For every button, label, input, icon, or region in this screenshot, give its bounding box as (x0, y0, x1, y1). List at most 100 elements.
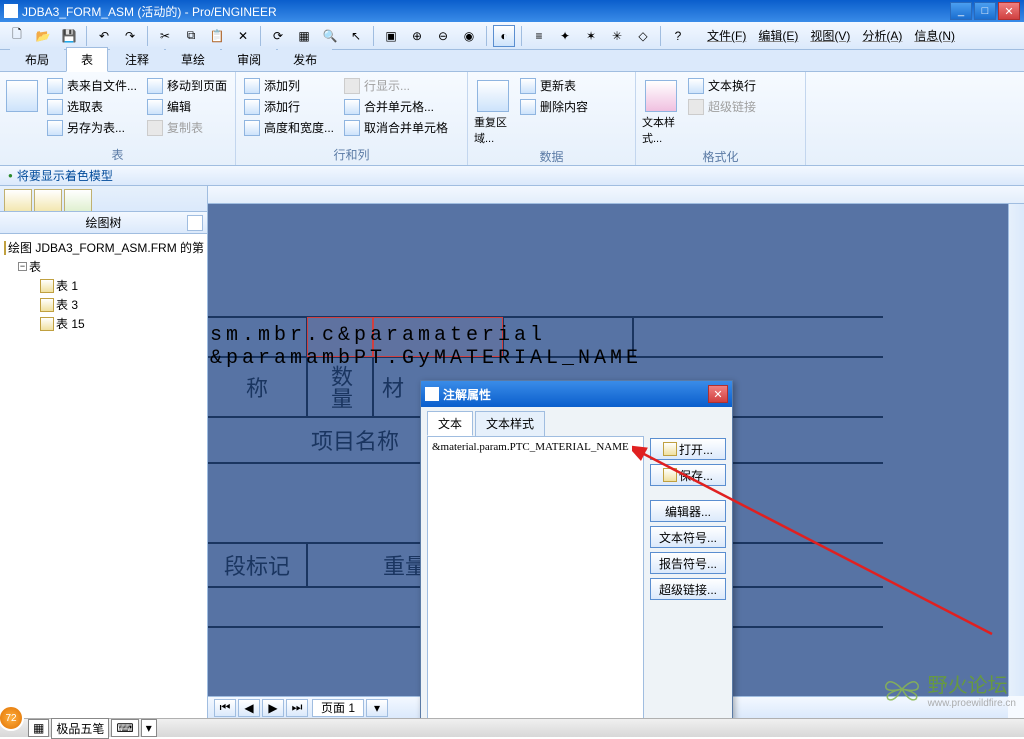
dialog-report-button[interactable]: 报告符号... (650, 552, 726, 574)
menu-info[interactable]: 信息(N) (910, 25, 959, 46)
tree-tab-3[interactable] (64, 189, 92, 211)
move-to-page-button[interactable]: 移动到页面 (145, 76, 229, 95)
regen-icon[interactable]: ⟳ (267, 25, 289, 47)
ime-icon[interactable]: ▦ (28, 719, 49, 737)
tab-table[interactable]: 表 (66, 47, 108, 72)
ime-options-icon[interactable]: ▾ (141, 719, 157, 737)
repeat-icon (477, 80, 509, 112)
ime-name[interactable]: 极品五笔 (51, 718, 109, 739)
select-icon[interactable]: ↖ (345, 25, 367, 47)
copy-icon (147, 120, 163, 136)
app-icon (4, 4, 18, 18)
tree-tab-2[interactable] (34, 189, 62, 211)
update-table-button[interactable]: 更新表 (518, 76, 590, 95)
dialog-save-button[interactable]: 保存... (650, 464, 726, 486)
dialog-editor-button[interactable]: 编辑器... (650, 500, 726, 522)
delete-icon[interactable]: ✕ (232, 25, 254, 47)
plane-icon[interactable]: ◇ (632, 25, 654, 47)
dialog-open-button[interactable]: 打开... (650, 438, 726, 460)
text-style-button[interactable]: 文本样式... (642, 76, 680, 146)
last-page-button[interactable]: ⏭ (286, 699, 308, 717)
dialog-tab-text[interactable]: 文本 (427, 411, 473, 436)
param-text[interactable]: sm.mbr.c&paramaterial &paramambPT.GyMATE… (210, 324, 870, 370)
delete-content-button[interactable]: 删除内容 (518, 97, 590, 116)
merge-cells-button[interactable]: 合并单元格... (342, 97, 450, 116)
link-icon (688, 99, 704, 115)
find-icon[interactable]: 🔍 (319, 25, 341, 47)
tree-root[interactable]: 绘图 JDBA3_FORM_ASM.FRM 的第 (0, 238, 207, 257)
group-label-format: 格式化 (642, 146, 799, 167)
help-icon[interactable]: ? (667, 25, 689, 47)
unmerge-cells-button[interactable]: 取消合并单元格 (342, 118, 450, 137)
cut-icon[interactable]: ✂ (154, 25, 176, 47)
repeat-region-button[interactable]: 重复区域... (474, 76, 512, 146)
open-icon[interactable]: 📂 (32, 25, 54, 47)
copy-icon[interactable]: ⧉ (180, 25, 202, 47)
dialog-symbols-button[interactable]: 文本符号... (650, 526, 726, 548)
tab-review[interactable]: 审阅 (222, 47, 276, 71)
table-from-file-button[interactable]: 表来自文件... (45, 76, 139, 95)
tab-publish[interactable]: 发布 (278, 47, 332, 71)
tree-item[interactable]: 表 3 (0, 295, 207, 314)
insert-table-button[interactable] (6, 76, 39, 141)
vertical-scrollbar[interactable] (1008, 204, 1024, 696)
select-table-button[interactable]: 选取表 (45, 97, 139, 116)
add-column-button[interactable]: 添加列 (242, 76, 336, 95)
taskbar: 72 ▦ 极品五笔 ⌨ ▾ (0, 718, 1024, 737)
zoom-in-icon[interactable]: ⊕ (406, 25, 428, 47)
tree-item[interactable]: 表 15 (0, 314, 207, 333)
refit-icon[interactable]: ▣ (380, 25, 402, 47)
watermark: 野火论坛 www.proewildfire.cn (882, 669, 1016, 709)
repaint-icon[interactable]: ◉ (458, 25, 480, 47)
point-icon[interactable]: ✶ (580, 25, 602, 47)
ime-keyboard-icon[interactable]: ⌨ (111, 719, 138, 737)
text-wrap-button[interactable]: 文本换行 (686, 76, 758, 95)
page-menu-button[interactable]: ▾ (366, 699, 388, 717)
tree-settings-icon[interactable] (187, 215, 203, 231)
ime-bar[interactable]: ▦ 极品五笔 ⌨ ▾ (28, 718, 157, 739)
minimize-button[interactable]: _ (950, 2, 972, 20)
tab-layout[interactable]: 布局 (10, 47, 64, 71)
update-icon (520, 78, 536, 94)
menu-edit[interactable]: 编辑(E) (754, 25, 802, 46)
tree-tab-1[interactable] (4, 189, 32, 211)
notification-badge[interactable]: 72 (0, 705, 24, 731)
edit-table-button[interactable]: 编辑 (145, 97, 229, 116)
dialog-tab-style[interactable]: 文本样式 (475, 411, 545, 436)
tab-annotate[interactable]: 注释 (110, 47, 164, 71)
note-text-area[interactable]: &material.param.PTC_MATERIAL_NAME (427, 436, 644, 720)
next-page-button[interactable]: ▶ (262, 699, 284, 717)
shade-icon[interactable]: ◐ (493, 25, 515, 47)
save-icon[interactable]: 💾 (58, 25, 80, 47)
menu-view[interactable]: 视图(V) (806, 25, 854, 46)
prev-page-button[interactable]: ◀ (238, 699, 260, 717)
menu-analyze[interactable]: 分析(A) (858, 25, 906, 46)
page-label[interactable]: 页面 1 (312, 699, 364, 717)
paste-icon[interactable]: 📋 (206, 25, 228, 47)
close-button[interactable]: ✕ (998, 2, 1020, 20)
undo-icon[interactable]: ↶ (93, 25, 115, 47)
tab-sketch[interactable]: 草绘 (166, 47, 220, 71)
height-width-button[interactable]: 高度和宽度... (242, 118, 336, 137)
maximize-button[interactable]: □ (974, 2, 996, 20)
tree-item[interactable]: 表 1 (0, 276, 207, 295)
dialog-close-button[interactable]: ✕ (708, 385, 728, 403)
tree-tables-node[interactable]: −表 (0, 257, 207, 276)
zoom-out-icon[interactable]: ⊖ (432, 25, 454, 47)
layer-icon[interactable]: ≡ (528, 25, 550, 47)
new-icon[interactable]: 🗋 (6, 25, 28, 47)
unmerge-icon (344, 120, 360, 136)
model-icon[interactable]: ▦ (293, 25, 315, 47)
dialog-hyperlink-button[interactable]: 超级链接... (650, 578, 726, 600)
collapse-icon[interactable]: − (18, 262, 27, 271)
save-icon (663, 468, 677, 482)
axis-icon[interactable]: ✦ (554, 25, 576, 47)
hyperlink-button: 超级链接 (686, 97, 758, 116)
save-as-table-button[interactable]: 另存为表... (45, 118, 139, 137)
first-page-button[interactable]: ⏮ (214, 699, 236, 717)
redo-icon[interactable]: ↷ (119, 25, 141, 47)
menu-file[interactable]: 文件(F) (703, 25, 750, 46)
add-row-button[interactable]: 添加行 (242, 97, 336, 116)
drawing-tree[interactable]: 绘图 JDBA3_FORM_ASM.FRM 的第 −表 表 1 表 3 表 15 (0, 234, 207, 718)
csys-icon[interactable]: ✳ (606, 25, 628, 47)
